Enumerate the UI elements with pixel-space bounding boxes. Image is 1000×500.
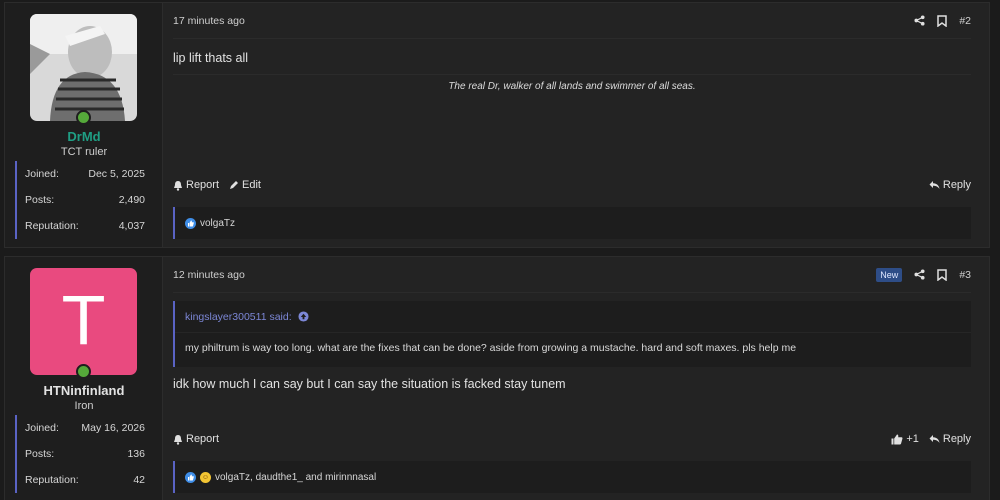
laugh-reaction-icon: ☺ <box>200 471 211 483</box>
stat-value: 136 <box>127 448 145 460</box>
bell-icon <box>174 180 182 191</box>
like-reaction-icon <box>185 217 196 229</box>
stat-value: 4,037 <box>118 220 145 232</box>
bell-icon <box>174 434 182 445</box>
reply-icon <box>929 435 940 443</box>
stat-label: Reputation: <box>25 220 79 232</box>
online-indicator <box>76 364 91 379</box>
share-icon[interactable] <box>914 15 925 27</box>
post-meta: 17 minutes ago #2 <box>173 3 971 39</box>
bookmark-icon[interactable] <box>937 14 948 27</box>
post-actions: Report +1 Reply <box>173 433 971 445</box>
quote-block: kingslayer300511 said: my philtrum is wa… <box>173 301 971 367</box>
avatar[interactable]: T <box>30 268 137 375</box>
stat-value: May 16, 2026 <box>81 422 145 434</box>
stat-value: 42 <box>133 474 145 486</box>
reply-icon <box>929 181 940 189</box>
post-actions: Report Edit Reply <box>173 179 971 191</box>
like-count: +1 <box>906 433 919 445</box>
report-button[interactable]: Report <box>173 433 219 445</box>
new-badge: New <box>876 267 903 282</box>
post: DrMd TCT ruler Joined: Dec 5, 2025 Posts:… <box>4 2 990 248</box>
report-label: Report <box>186 433 220 445</box>
reactions-bar[interactable]: volgaTz <box>173 207 971 239</box>
username[interactable]: DrMd <box>5 129 163 144</box>
stat-reputation: Reputation: 42 <box>15 467 151 493</box>
post-main: 12 minutes ago New #3 kingslayer300511 s… <box>163 257 989 500</box>
stat-label: Posts: <box>25 194 55 206</box>
arrow-up-circle-icon[interactable] <box>298 311 309 323</box>
stat-value: Dec 5, 2025 <box>88 168 145 180</box>
user-stats: Joined: Dec 5, 2025 Posts: 2,490 Reputatio… <box>15 161 151 239</box>
avatar-letter: T <box>63 283 104 360</box>
stat-joined: Joined: May 16, 2026 <box>15 415 151 441</box>
reply-label: Reply <box>942 179 971 191</box>
reply-button[interactable]: Reply <box>929 433 971 445</box>
pencil-icon <box>230 181 239 189</box>
stat-label: Joined: <box>25 168 59 180</box>
stat-reputation: Reputation: 4,037 <box>15 213 151 239</box>
post-message: idk how much I can say but I can say the… <box>173 377 566 391</box>
quote-header[interactable]: kingslayer300511 said: <box>175 301 971 333</box>
avatar[interactable] <box>30 14 137 121</box>
reply-button[interactable]: Reply <box>929 179 971 191</box>
reply-label: Reply <box>942 433 971 445</box>
report-button[interactable]: Report <box>173 179 219 191</box>
stat-joined: Joined: Dec 5, 2025 <box>15 161 151 187</box>
user-cell: T HTNinfinland Iron Joined: May 16, 2026 … <box>5 257 163 500</box>
stat-posts: Posts: 2,490 <box>15 187 151 213</box>
report-label: Report <box>186 179 220 191</box>
bookmark-icon[interactable] <box>937 268 948 281</box>
post-number[interactable]: #2 <box>959 15 971 27</box>
quote-author[interactable]: kingslayer300511 said: <box>185 311 292 323</box>
thumbs-up-icon <box>891 434 903 444</box>
user-stats: Joined: May 16, 2026 Posts: 136 Reputation… <box>15 415 151 493</box>
post-time[interactable]: 17 minutes ago <box>173 15 245 27</box>
stat-posts: Posts: 136 <box>15 441 151 467</box>
like-button[interactable]: +1 <box>891 433 919 445</box>
stat-label: Reputation: <box>25 474 79 486</box>
online-indicator <box>76 110 91 125</box>
post-number[interactable]: #3 <box>959 269 971 281</box>
stat-label: Posts: <box>25 448 55 460</box>
reactions-bar[interactable]: ☺ volgaTz, daudthe1_ and mirinnnasal <box>173 461 971 493</box>
edit-button[interactable]: Edit <box>229 179 261 191</box>
post-meta: 12 minutes ago New #3 <box>173 257 971 293</box>
stat-value: 2,490 <box>118 194 145 206</box>
reaction-users: volgaTz, daudthe1_ and mirinnnasal <box>215 471 377 483</box>
share-icon[interactable] <box>914 269 925 281</box>
signature: The real Dr, walker of all lands and swi… <box>173 74 971 92</box>
post-time[interactable]: 12 minutes ago <box>173 269 245 281</box>
edit-label: Edit <box>242 179 261 191</box>
reaction-users: volgaTz <box>200 217 236 229</box>
user-title: Iron <box>74 400 94 412</box>
stat-label: Joined: <box>25 422 59 434</box>
like-reaction-icon <box>185 471 196 483</box>
post-main: 17 minutes ago #2 lip lift thats all The… <box>163 3 989 247</box>
user-title: TCT ruler <box>60 146 108 158</box>
post-message: lip lift thats all <box>173 51 249 65</box>
quote-text: my philtrum is way too long. what are th… <box>185 342 797 354</box>
username[interactable]: HTNinfinland <box>5 383 163 398</box>
user-cell: DrMd TCT ruler Joined: Dec 5, 2025 Posts:… <box>5 3 163 247</box>
post: T HTNinfinland Iron Joined: May 16, 2026 … <box>4 256 990 500</box>
